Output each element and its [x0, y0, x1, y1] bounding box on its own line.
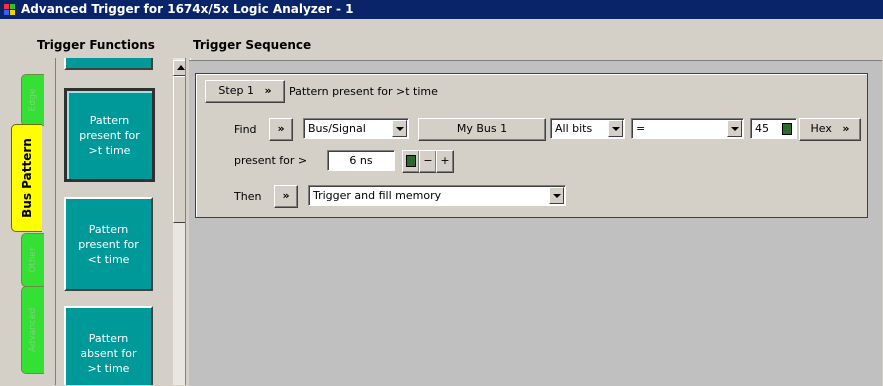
present-for-label: present for >	[234, 154, 308, 167]
then-label: Then	[234, 190, 262, 203]
value-field[interactable]: 45	[750, 118, 797, 139]
trigger-step-box: Step 1 » Pattern present for >t time Fin…	[195, 73, 868, 218]
function-tile-label: Pattern absent for >t time	[80, 331, 137, 375]
tab-bus-pattern[interactable]: Bus Pattern	[11, 124, 42, 232]
tab-bus-pattern-label: Bus Pattern	[20, 138, 34, 218]
window-title: Advanced Trigger for 1674x/5x Logic Anal…	[21, 2, 354, 16]
step-button-label: Step 1	[218, 84, 254, 97]
title-bar: Advanced Trigger for 1674x/5x Logic Anal…	[0, 0, 883, 19]
find-chevron-icon: »	[277, 122, 285, 135]
radix-button[interactable]: Hex »	[799, 118, 861, 141]
operator-select[interactable]: =	[631, 118, 744, 139]
bits-select[interactable]: All bits	[550, 118, 625, 139]
function-list: Pattern present for >t time Pattern pres…	[55, 58, 174, 385]
tab-other-label: Other	[28, 247, 38, 273]
chevron-down-icon[interactable]	[392, 120, 407, 137]
function-tile-present-gt[interactable]: Pattern present for >t time	[64, 88, 155, 182]
function-tile-label: Pattern present for >t time	[79, 113, 140, 157]
value-field-text: 45	[755, 122, 769, 135]
calculator-icon	[406, 155, 416, 167]
function-tile-absent-gt[interactable]: Pattern absent for >t time	[64, 306, 153, 385]
app-icon	[4, 4, 16, 15]
step-description: Pattern present for >t time	[289, 85, 438, 98]
chevron-down-icon[interactable]	[549, 187, 564, 204]
tab-advanced[interactable]: Advanced	[21, 286, 44, 374]
trigger-sequence-header: Trigger Sequence	[193, 38, 312, 52]
chevron-down-icon[interactable]	[608, 120, 623, 137]
find-menu-button[interactable]: »	[269, 118, 293, 141]
tab-edge[interactable]: Edge	[21, 74, 44, 126]
function-tile-label: Pattern present for <t time	[78, 222, 139, 266]
duration-field[interactable]: 6 ns	[327, 150, 395, 171]
find-label: Find	[234, 123, 257, 136]
duration-calculator-button[interactable]	[402, 150, 420, 173]
trigger-functions-header: Trigger Functions	[37, 38, 155, 52]
action-select-value: Trigger and fill memory	[313, 189, 442, 202]
step-chevron-icon: »	[264, 84, 272, 97]
radix-chevron-icon: »	[842, 122, 850, 135]
duration-decrement-button[interactable]: −	[419, 150, 437, 173]
then-menu-button[interactable]: »	[274, 185, 298, 208]
function-tile-present-lt[interactable]: Pattern present for <t time	[64, 197, 153, 291]
step-button[interactable]: Step 1 »	[205, 80, 285, 103]
trigger-functions-panel: Edge Bus Pattern Other Advanced Pattern …	[11, 58, 189, 385]
type-select[interactable]: Bus/Signal	[303, 118, 409, 139]
operator-select-value: =	[636, 122, 646, 135]
radix-button-label: Hex	[810, 122, 832, 135]
then-chevron-icon: »	[282, 189, 290, 202]
duration-increment-button[interactable]: +	[436, 150, 454, 173]
chevron-down-icon[interactable]	[727, 120, 742, 137]
tab-advanced-label: Advanced	[28, 307, 38, 353]
type-select-value: Bus/Signal	[308, 122, 366, 135]
function-tile-partial[interactable]	[64, 58, 153, 70]
action-select[interactable]: Trigger and fill memory	[308, 185, 566, 206]
tab-edge-label: Edge	[28, 88, 38, 112]
tab-other[interactable]: Other	[21, 233, 44, 287]
bits-select-value: All bits	[555, 122, 593, 135]
bus-button[interactable]: My Bus 1	[418, 118, 546, 141]
calculator-icon[interactable]	[782, 123, 792, 135]
